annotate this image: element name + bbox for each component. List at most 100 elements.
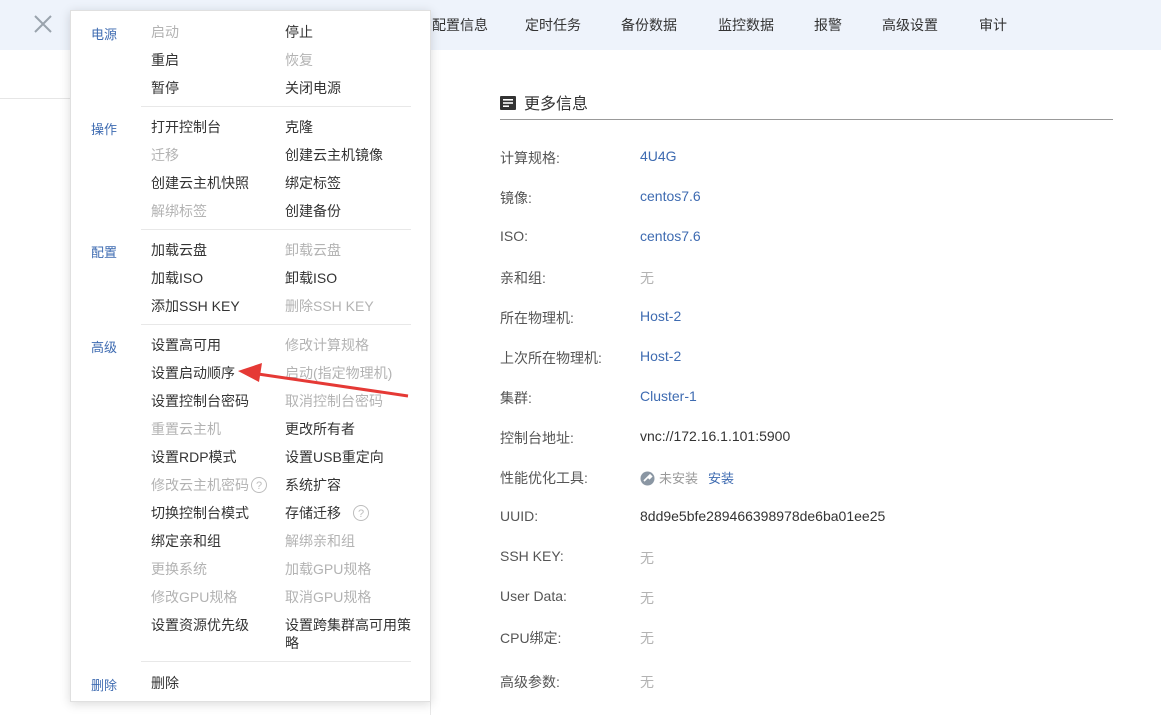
tool-icon	[640, 471, 655, 486]
perf-tool-not-installed: 未安装	[659, 471, 699, 486]
info-title-underline	[500, 119, 1113, 120]
info-value-host[interactable]: Host-2	[640, 308, 681, 324]
menu-item-bind-affinity-group[interactable]: 绑定亲和组	[151, 531, 221, 551]
help-icon[interactable]: ?	[353, 505, 369, 521]
info-value-cluster[interactable]: Cluster-1	[640, 388, 697, 404]
menu-item-bind-tag[interactable]: 绑定标签	[285, 173, 341, 193]
tab-advanced-settings[interactable]: 高级设置	[882, 0, 938, 50]
info-label-perf-tool: 性能优化工具:	[500, 470, 588, 486]
menu-item-attach-gpu-spec: 加载GPU规格	[285, 561, 372, 577]
close-icon[interactable]	[32, 13, 54, 35]
tab-scheduled-tasks[interactable]: 定时任务	[525, 0, 581, 50]
menu-item-resume: 恢复	[285, 52, 313, 68]
info-label-image: 镜像:	[500, 190, 532, 206]
menu-item-open-console[interactable]: 打开控制台	[151, 117, 221, 137]
menu-item-attach-iso[interactable]: 加载ISO	[151, 268, 203, 288]
menu-item-expand-disk[interactable]: 系统扩容	[285, 475, 341, 495]
info-label-uuid: UUID:	[500, 508, 539, 524]
info-label-affinity-group: 亲和组:	[500, 270, 546, 286]
info-value-user-data: 无	[640, 590, 654, 606]
info-title-text: 更多信息	[524, 96, 589, 113]
info-value-affinity-group: 无	[640, 270, 654, 286]
menu-separator	[141, 661, 411, 662]
info-label-spec: 计算规格:	[500, 150, 560, 166]
menu-item-unbind-tag: 解绑标签	[151, 203, 207, 219]
group-label-power: 电源	[91, 27, 118, 42]
group-label-config: 配置	[91, 245, 118, 260]
document-icon	[500, 96, 516, 110]
group-label-operations: 操作	[91, 122, 118, 137]
menu-item-cancel-gpu-spec: 取消GPU规格	[285, 589, 372, 605]
menu-item-change-vm-password: 修改云主机密码?	[151, 475, 267, 495]
menu-item-switch-console-mode[interactable]: 切换控制台模式	[151, 503, 249, 523]
menu-item-stop[interactable]: 停止	[285, 22, 313, 42]
menu-item-migrate: 迁移	[151, 147, 179, 163]
info-label-advanced-params: 高级参数:	[500, 674, 560, 690]
tab-audit[interactable]: 审计	[979, 0, 1007, 50]
menu-item-start-on-host: 启动(指定物理机)	[285, 365, 393, 381]
left-pane	[0, 50, 70, 715]
menu-item-delete[interactable]: 删除	[151, 673, 179, 693]
info-value-console-address: vnc://172.16.1.101:5900	[640, 428, 791, 444]
info-label-ssh-key: SSH KEY:	[500, 548, 564, 564]
menu-item-unbind-affinity-group: 解绑亲和组	[285, 533, 355, 549]
menu-item-change-spec: 修改计算规格	[285, 337, 369, 353]
info-section-title: 更多信息	[500, 90, 588, 114]
tab-alarm[interactable]: 报警	[814, 0, 842, 50]
info-label-cpu-binding: CPU绑定:	[500, 630, 562, 646]
info-value-advanced-params: 无	[640, 674, 654, 690]
menu-item-create-image[interactable]: 创建云主机镜像	[285, 145, 383, 165]
menu-separator	[141, 324, 411, 325]
install-link[interactable]: 安装	[708, 471, 734, 486]
menu-item-change-owner[interactable]: 更改所有者	[285, 419, 355, 439]
menu-separator	[141, 229, 411, 230]
menu-item-set-console-password[interactable]: 设置控制台密码	[151, 391, 249, 411]
info-value-ssh-key: 无	[640, 550, 654, 566]
menu-item-create-backup[interactable]: 创建备份	[285, 201, 341, 221]
group-label-delete: 删除	[91, 678, 118, 693]
menu-item-storage-migrate[interactable]: 存储迁移?	[285, 503, 369, 523]
menu-item-reset-vm: 重置云主机	[151, 421, 221, 437]
menu-item-pause[interactable]: 暂停	[151, 78, 179, 98]
action-dropdown-menu: 电源 启动 停止 重启 恢复 暂停 关闭电源 操作 打开控制台 克隆 迁移 创建…	[70, 10, 431, 702]
menu-item-set-cross-cluster-ha[interactable]: 设置跨集群高可用策略	[285, 616, 417, 652]
info-label-user-data: User Data:	[500, 588, 567, 604]
menu-item-set-ha[interactable]: 设置高可用	[151, 335, 221, 355]
info-value-uuid: 8dd9e5bfe289466398978de6ba01ee25	[640, 508, 886, 524]
tab-config-info[interactable]: 配置信息	[432, 0, 488, 50]
menu-item-set-resource-priority[interactable]: 设置资源优先级	[151, 615, 249, 635]
menu-item-detach-iso[interactable]: 卸载ISO	[285, 268, 337, 288]
menu-item-create-snapshot[interactable]: 创建云主机快照	[151, 173, 249, 193]
info-value-last-host[interactable]: Host-2	[640, 348, 681, 364]
group-label-advanced: 高级	[91, 340, 118, 355]
info-label-host: 所在物理机:	[500, 310, 574, 326]
info-value-spec[interactable]: 4U4G	[640, 148, 677, 164]
info-value-cpu-binding: 无	[640, 630, 654, 646]
menu-item-delete-ssh-key: 删除SSH KEY	[285, 298, 374, 314]
tab-monitoring-data[interactable]: 监控数据	[718, 0, 774, 50]
info-value-image[interactable]: centos7.6	[640, 188, 701, 204]
menu-item-cancel-console-password: 取消控制台密码	[285, 393, 383, 409]
info-label-console-address: 控制台地址:	[500, 430, 574, 446]
menu-item-label: 存储迁移	[285, 505, 341, 521]
menu-item-change-os: 更换系统	[151, 561, 207, 577]
menu-item-detach-disk: 卸载云盘	[285, 242, 341, 258]
menu-item-clone[interactable]: 克隆	[285, 117, 313, 137]
menu-item-add-ssh-key[interactable]: 添加SSH KEY	[151, 296, 240, 316]
menu-item-change-gpu-spec: 修改GPU规格	[151, 589, 238, 605]
menu-item-set-boot-order[interactable]: 设置启动顺序	[151, 363, 235, 383]
menu-item-set-usb-redirect[interactable]: 设置USB重定向	[285, 447, 384, 467]
info-label-last-host: 上次所在物理机:	[500, 350, 602, 366]
menu-item-start: 启动	[151, 24, 179, 40]
menu-item-attach-disk[interactable]: 加载云盘	[151, 240, 207, 260]
menu-separator	[141, 106, 411, 107]
help-icon[interactable]: ?	[251, 477, 267, 493]
menu-item-power-off[interactable]: 关闭电源	[285, 78, 341, 98]
perf-tool-status: 未安装 安装	[640, 468, 734, 487]
info-label-cluster: 集群:	[500, 390, 532, 406]
tab-backup-data[interactable]: 备份数据	[621, 0, 677, 50]
menu-item-label: 修改云主机密码	[151, 477, 249, 493]
info-value-iso[interactable]: centos7.6	[640, 228, 701, 244]
menu-item-set-rdp-mode[interactable]: 设置RDP模式	[151, 447, 237, 467]
menu-item-restart[interactable]: 重启	[151, 50, 179, 70]
